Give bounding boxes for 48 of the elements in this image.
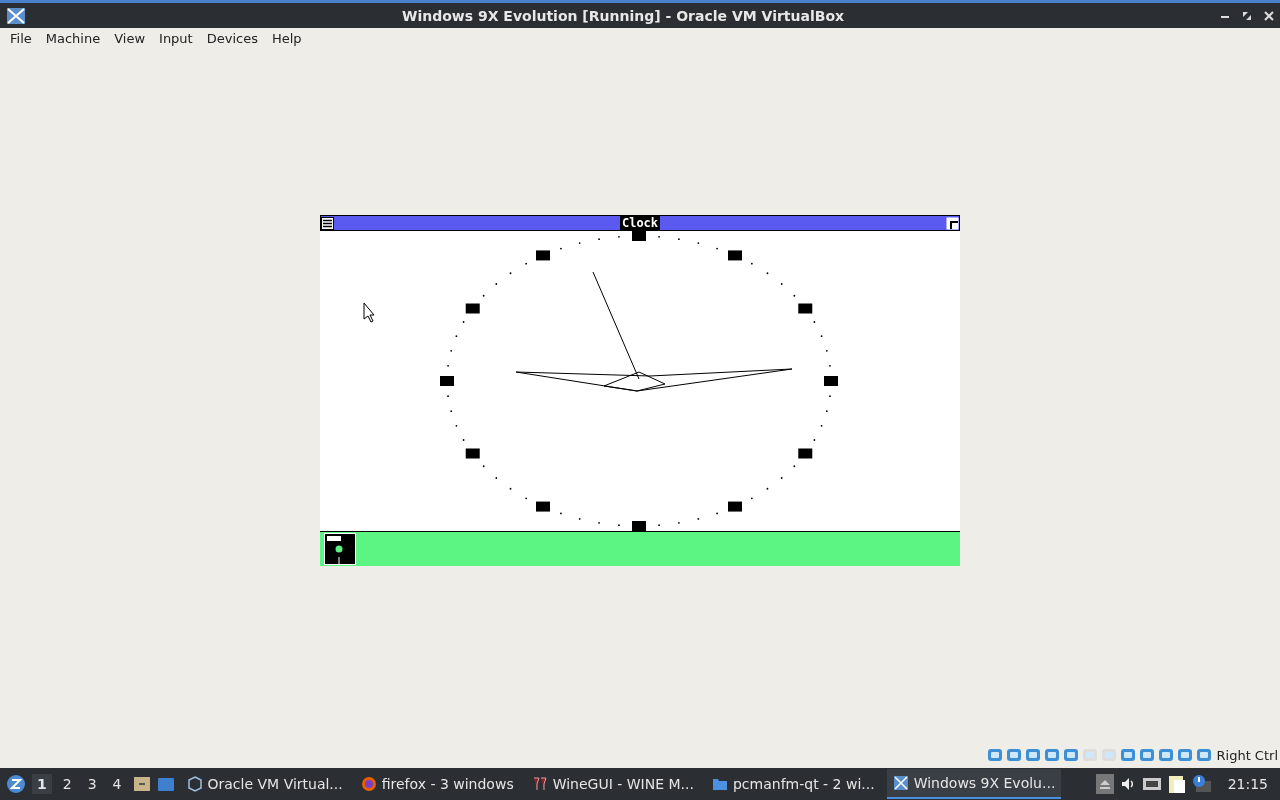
device-icon[interactable] [986,747,1003,763]
menu-item[interactable]: Machine [38,30,108,46]
task-button[interactable]: Oracle VM Virtual... [180,769,349,799]
device-icon[interactable] [1119,747,1136,763]
task-button[interactable]: pcmanfm-qt - 2 wi... [705,769,881,799]
close-icon[interactable] [1264,10,1274,21]
cube-icon [186,776,203,792]
device-icon[interactable] [1062,747,1079,763]
wine-glasses-icon [531,776,548,792]
menu-item[interactable]: Help [264,30,309,46]
maximize-icon[interactable] [1242,10,1252,21]
clock-window-title: Clock [619,216,661,230]
folder-icon [711,776,728,792]
clipboard-icon[interactable] [1167,774,1186,794]
workspace-button[interactable]: 4 [107,774,127,794]
window-title: Windows 9X Evolution [Running] - Oracle VM VirtualBox [400,7,846,24]
task-button[interactable]: firefox - 3 windows [354,769,520,799]
workspace-button[interactable]: 1 [32,774,52,794]
vm-icon [892,775,909,791]
firefox-icon [360,776,377,792]
menu-item[interactable]: File [3,30,39,46]
network-icon[interactable] [1141,776,1162,792]
device-icon[interactable] [1157,747,1174,763]
device-icon[interactable] [1176,747,1193,763]
clock-app-icon[interactable] [324,533,356,565]
task-button[interactable]: WineGUI - WINE M... [525,769,700,799]
menu-item[interactable]: Input [152,30,200,46]
workspace-button[interactable]: 2 [57,774,77,794]
app-icon [6,6,26,25]
notification-icon[interactable] [1191,775,1212,793]
menu-icon[interactable] [321,216,334,230]
size-icon[interactable] [946,216,959,230]
volume-icon[interactable] [1119,776,1136,792]
host-key-label: Right Ctrl [1216,747,1278,763]
start-menu-icon[interactable] [6,774,26,794]
device-icon[interactable] [1005,747,1022,763]
device-icon[interactable] [1138,747,1155,763]
desktop-icon[interactable] [156,775,175,793]
eject-icon[interactable] [1095,774,1114,794]
device-icon[interactable] [1024,747,1041,763]
file-cabinet-icon[interactable] [132,775,151,793]
workspace-button[interactable]: 3 [82,774,102,794]
menu-item[interactable]: View [107,30,153,46]
device-icon[interactable] [1043,747,1060,763]
task-button[interactable]: Windows 9X Evolu... [886,769,1062,799]
device-icon[interactable] [1195,747,1212,763]
clock-time: 21:15 [1227,776,1268,792]
menu-item[interactable]: Devices [199,30,265,46]
